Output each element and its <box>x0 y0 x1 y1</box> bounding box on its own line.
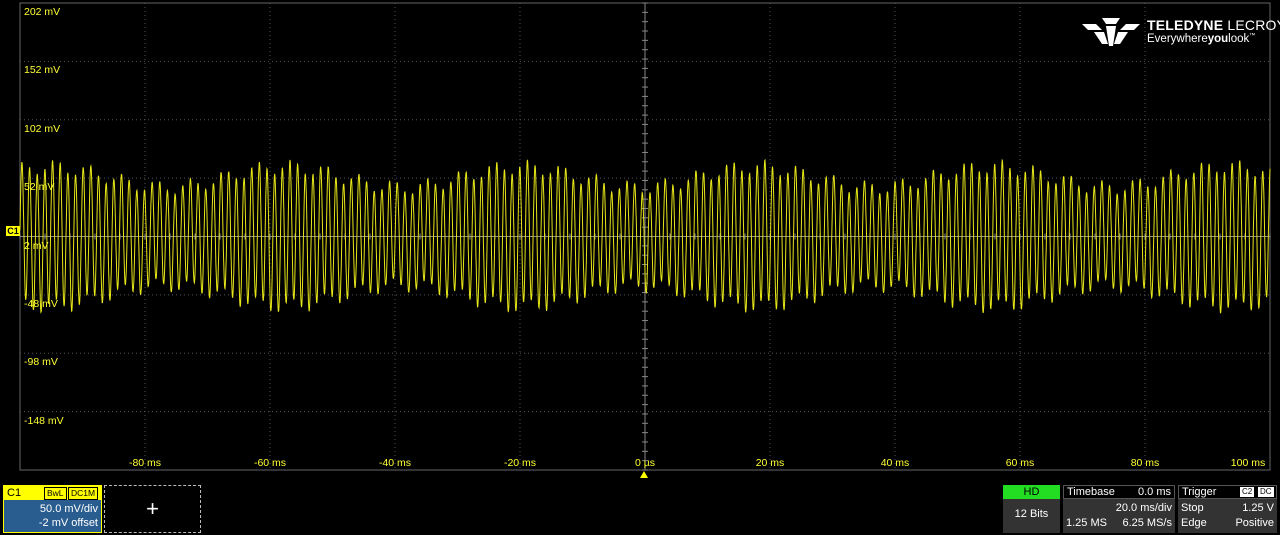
x-axis-label: 60 ms <box>1005 457 1035 469</box>
bandwidth-limit-badge: BwL <box>44 487 67 500</box>
timebase-title: Timebase <box>1067 486 1115 498</box>
timebase-header: Timebase 0.0 ms <box>1063 485 1175 499</box>
waveform-grid[interactable] <box>0 0 1280 535</box>
y-axis-label: 152 mV <box>24 64 61 77</box>
x-axis-label: 20 ms <box>755 457 785 469</box>
trigger-header: Trigger C2 DC <box>1178 485 1277 499</box>
acquisition-mode-descriptor[interactable]: HD 12 Bits <box>1003 485 1060 533</box>
timebase-delay: 0.0 ms <box>1137 486 1171 498</box>
tagline-part-2: you <box>1207 33 1229 45</box>
teledyne-logo-icon <box>1082 18 1140 46</box>
y-axis-label: 102 mV <box>24 122 61 135</box>
vertical-scale: 50.0 mV/div <box>39 503 98 515</box>
trigger-source-badge: C2 <box>1240 487 1255 497</box>
sample-count: 1.25 MS <box>1066 517 1107 529</box>
trigger-level: 1.25 V <box>1242 502 1274 514</box>
tagline-part-3: look <box>1228 33 1250 45</box>
y-axis-label: 52 mV <box>24 181 55 194</box>
trademark-symbol: ™ <box>1249 33 1256 40</box>
coupling-badge: DC1M <box>68 487 99 500</box>
brand-tagline: Everywhereyoulook™ <box>1147 33 1255 45</box>
channel-1-marker[interactable]: C1 <box>6 226 20 236</box>
x-axis-label: -40 ms <box>378 457 412 469</box>
x-axis-label: 80 ms <box>1130 457 1160 469</box>
trigger-type: Edge <box>1181 517 1207 529</box>
channel-1-descriptor[interactable]: C1 BwL DC1M 50.0 mV/div -2 mV offset <box>3 485 102 533</box>
bit-depth: 12 Bits <box>1014 508 1049 520</box>
plus-icon[interactable]: + <box>105 486 200 532</box>
y-axis-label: -148 mV <box>24 414 64 427</box>
brand-name: TELEDYNE LECROY <box>1147 17 1280 33</box>
teledyne-lecroy-logo: TELEDYNE LECROY Everywhereyoulook™ <box>1082 16 1280 50</box>
timebase-descriptor[interactable]: Timebase 0.0 ms 20.0 ms/div 1.25 MS 6.25… <box>1063 485 1175 533</box>
x-axis-label: 0 µs <box>634 457 656 469</box>
x-axis-label: -60 ms <box>253 457 287 469</box>
x-axis-label: -20 ms <box>503 457 537 469</box>
trigger-title: Trigger <box>1182 486 1217 498</box>
y-axis-label: -98 mV <box>24 356 58 369</box>
trigger-position-marker[interactable] <box>640 471 648 478</box>
y-axis-label: -48 mV <box>24 297 58 310</box>
x-axis-label: 40 ms <box>880 457 910 469</box>
trigger-coupling-badge: DC <box>1258 487 1274 497</box>
channel-1-header: C1 BwL DC1M <box>4 486 101 500</box>
tagline-part-1: Everywhere <box>1147 33 1208 45</box>
hd-mode-badge: HD <box>1003 485 1060 499</box>
vertical-offset: -2 mV offset <box>38 517 98 529</box>
x-axis-label: 100 ms <box>1230 457 1266 469</box>
trigger-slope: Positive <box>1235 517 1274 529</box>
brand-bold: TELEDYNE <box>1147 17 1224 33</box>
channel-1-name: C1 <box>7 487 22 499</box>
add-trace-button[interactable]: + <box>104 485 201 533</box>
trigger-descriptor[interactable]: Trigger C2 DC Stop 1.25 V Edge Positive <box>1178 485 1277 533</box>
trigger-state: Stop <box>1181 502 1204 514</box>
y-axis-label: 202 mV <box>24 6 61 18</box>
brand-light: LECROY <box>1227 17 1280 33</box>
y-axis-label: 2 mV <box>24 239 49 252</box>
x-axis-label: -80 ms <box>128 457 162 469</box>
time-per-division: 20.0 ms/div <box>1115 502 1172 514</box>
sample-rate: 6.25 MS/s <box>1122 517 1172 529</box>
oscilloscope-screen: 202 mV 152 mV 102 mV 52 mV 2 mV -48 mV -98 mV -… <box>0 0 1280 535</box>
